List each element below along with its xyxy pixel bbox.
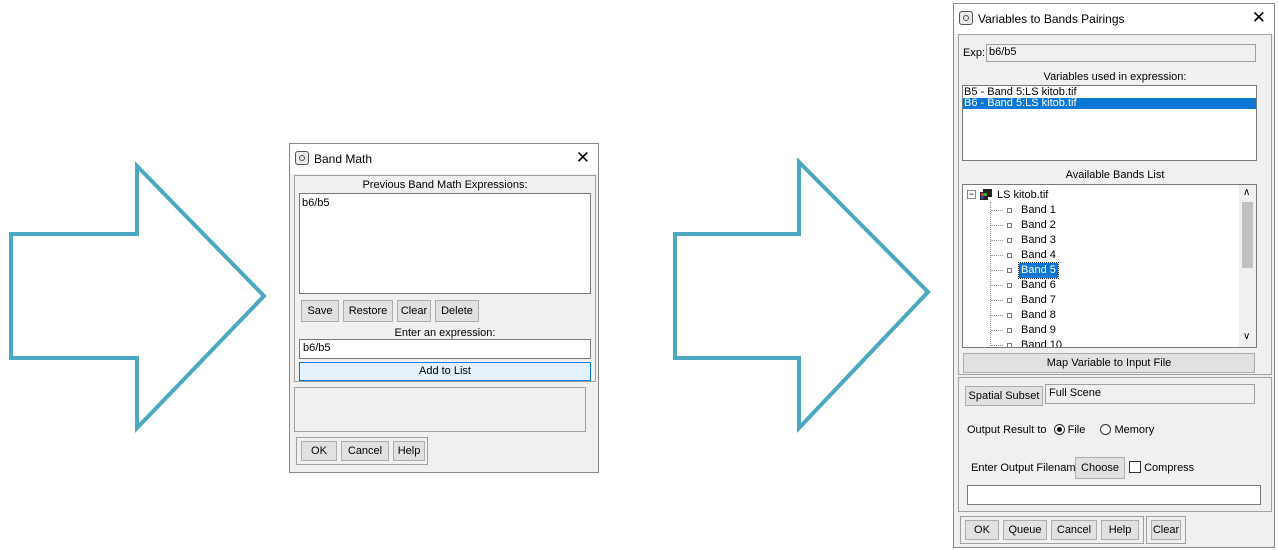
exp-label: Exp: (963, 47, 986, 59)
band-node-icon (1007, 253, 1012, 258)
bands-scrollbar[interactable]: ∧ ∨ (1239, 185, 1256, 347)
exp-field: b6/b5 (986, 44, 1256, 62)
output-memory-radio[interactable] (1100, 424, 1112, 435)
band-math-title: Band Math (314, 152, 373, 166)
band-label[interactable]: Band 6 (1019, 278, 1058, 293)
cancel-button[interactable]: Cancel (341, 441, 389, 461)
spatial-subset-field: Full Scene (1045, 384, 1255, 404)
output-result-row: Output Result to File Memory (967, 424, 1154, 436)
variables-list[interactable]: B5 - Band 5:LS kitob.tif B6 - Band 5:LS k… (962, 85, 1257, 161)
tree-vertical-guide (990, 202, 991, 347)
output-result-label: Output Result to (967, 424, 1047, 436)
choose-button[interactable]: Choose (1075, 457, 1125, 479)
band-math-titlebar[interactable]: Band Math ✕ (290, 144, 598, 174)
tree-connector (991, 225, 1003, 226)
status-panel (294, 387, 586, 432)
clear-button[interactable]: Clear (1151, 520, 1181, 540)
band-label[interactable]: Band 8 (1019, 308, 1058, 323)
close-icon[interactable]: ✕ (576, 149, 590, 166)
restore-button[interactable]: Restore (343, 300, 393, 322)
pairings-titlebar[interactable]: Variables to Bands Pairings ✕ (954, 4, 1274, 34)
output-filename-input[interactable] (967, 485, 1261, 505)
output-file-label[interactable]: File (1068, 424, 1086, 436)
band-label[interactable]: Band 10 (1019, 338, 1064, 347)
band-node-icon (1007, 238, 1012, 243)
compress-checkbox[interactable] (1129, 461, 1141, 473)
compress-row: Compress (1129, 461, 1194, 474)
available-bands-label: Available Bands List (1065, 169, 1165, 181)
tree-connector (991, 285, 1003, 286)
expression-input[interactable]: b6/b5 (299, 339, 591, 359)
tree-root-label: LS kitob.tif (997, 189, 1049, 201)
right-arrow-graphic-1 (9, 162, 267, 433)
previous-expression-item[interactable]: b6/b5 (300, 197, 590, 210)
clear-button[interactable]: Clear (397, 300, 431, 322)
tree-connector (991, 330, 1003, 331)
tree-connector (991, 210, 1003, 211)
clear-button-group: Clear (1146, 516, 1186, 544)
tree-connector (991, 300, 1003, 301)
save-button[interactable]: Save (301, 300, 339, 322)
spatial-subset-button[interactable]: Spatial Subset (965, 386, 1043, 406)
pairing-panel: Exp: b6/b5 Variables used in expression:… (958, 34, 1272, 375)
tree-connector (991, 270, 1003, 271)
output-filename-label: Enter Output Filename (971, 462, 1082, 474)
band-node-icon (1007, 208, 1012, 213)
raster-file-icon (980, 189, 992, 200)
expressions-panel: Previous Band Math Expressions: b6/b5 Sa… (294, 175, 596, 382)
add-to-list-button[interactable]: Add to List (299, 362, 591, 381)
band-label[interactable]: Band 4 (1019, 248, 1058, 263)
band-node-icon (1007, 268, 1012, 273)
help-button[interactable]: Help (1101, 520, 1139, 540)
delete-button[interactable]: Delete (435, 300, 479, 322)
band-node-icon (1007, 313, 1012, 318)
output-memory-label[interactable]: Memory (1114, 424, 1154, 436)
band-math-dialog: Band Math ✕ Previous Band Math Expressio… (289, 143, 599, 473)
scrollbar-thumb[interactable] (1242, 202, 1253, 268)
band-label[interactable]: Band 1 (1019, 203, 1058, 218)
footer-button-group: OK Cancel Help (296, 437, 428, 465)
tree-connector (991, 255, 1003, 256)
band-node-icon (1007, 328, 1012, 333)
queue-button[interactable]: Queue (1003, 520, 1047, 540)
band-label[interactable]: Band 2 (1019, 218, 1058, 233)
output-panel: Spatial Subset Full Scene Output Result … (958, 377, 1272, 512)
band-node-icon (1007, 298, 1012, 303)
close-icon[interactable]: ✕ (1252, 9, 1266, 26)
ok-button[interactable]: OK (965, 520, 999, 540)
enter-expression-label: Enter an expression: (394, 327, 496, 339)
previous-expressions-list[interactable]: b6/b5 (299, 193, 591, 294)
cancel-button[interactable]: Cancel (1051, 520, 1097, 540)
scroll-down-icon[interactable]: ∨ (1243, 331, 1250, 342)
envi-app-icon (959, 11, 973, 25)
variables-label: Variables used in expression: (1043, 71, 1187, 83)
footer-button-group: OK Queue Cancel Help (960, 516, 1144, 544)
band-node-icon (1007, 223, 1012, 228)
band-label[interactable]: Band 3 (1019, 233, 1058, 248)
pairings-dialog: Variables to Bands Pairings ✕ Exp: b6/b5… (953, 3, 1275, 548)
right-arrow-graphic-2 (673, 158, 931, 434)
help-button[interactable]: Help (393, 441, 425, 461)
variable-item[interactable]: B6 - Band 5:LS kitob.tif (963, 98, 1256, 109)
pairings-title: Variables to Bands Pairings (978, 12, 1125, 26)
band-label[interactable]: Band 7 (1019, 293, 1058, 308)
tree-connector (991, 240, 1003, 241)
previous-expressions-label: Previous Band Math Expressions: (362, 179, 528, 191)
map-variable-button[interactable]: Map Variable to Input File (963, 353, 1255, 373)
scroll-up-icon[interactable]: ∧ (1243, 187, 1250, 198)
band-node-icon (1007, 343, 1012, 347)
band-label[interactable]: Band 5 (1018, 262, 1059, 279)
band-label[interactable]: Band 9 (1019, 323, 1058, 338)
tree-connector (991, 345, 1003, 346)
ok-button[interactable]: OK (301, 441, 337, 461)
compress-label[interactable]: Compress (1144, 462, 1194, 474)
output-file-radio[interactable] (1053, 424, 1065, 435)
collapse-icon[interactable]: − (967, 190, 976, 199)
band-node-icon (1007, 283, 1012, 288)
envi-app-icon (295, 151, 309, 165)
tree-connector (991, 315, 1003, 316)
bands-tree[interactable]: − LS kitob.tif Band 1 Band 2 Band 3 Band 4B… (962, 184, 1257, 348)
